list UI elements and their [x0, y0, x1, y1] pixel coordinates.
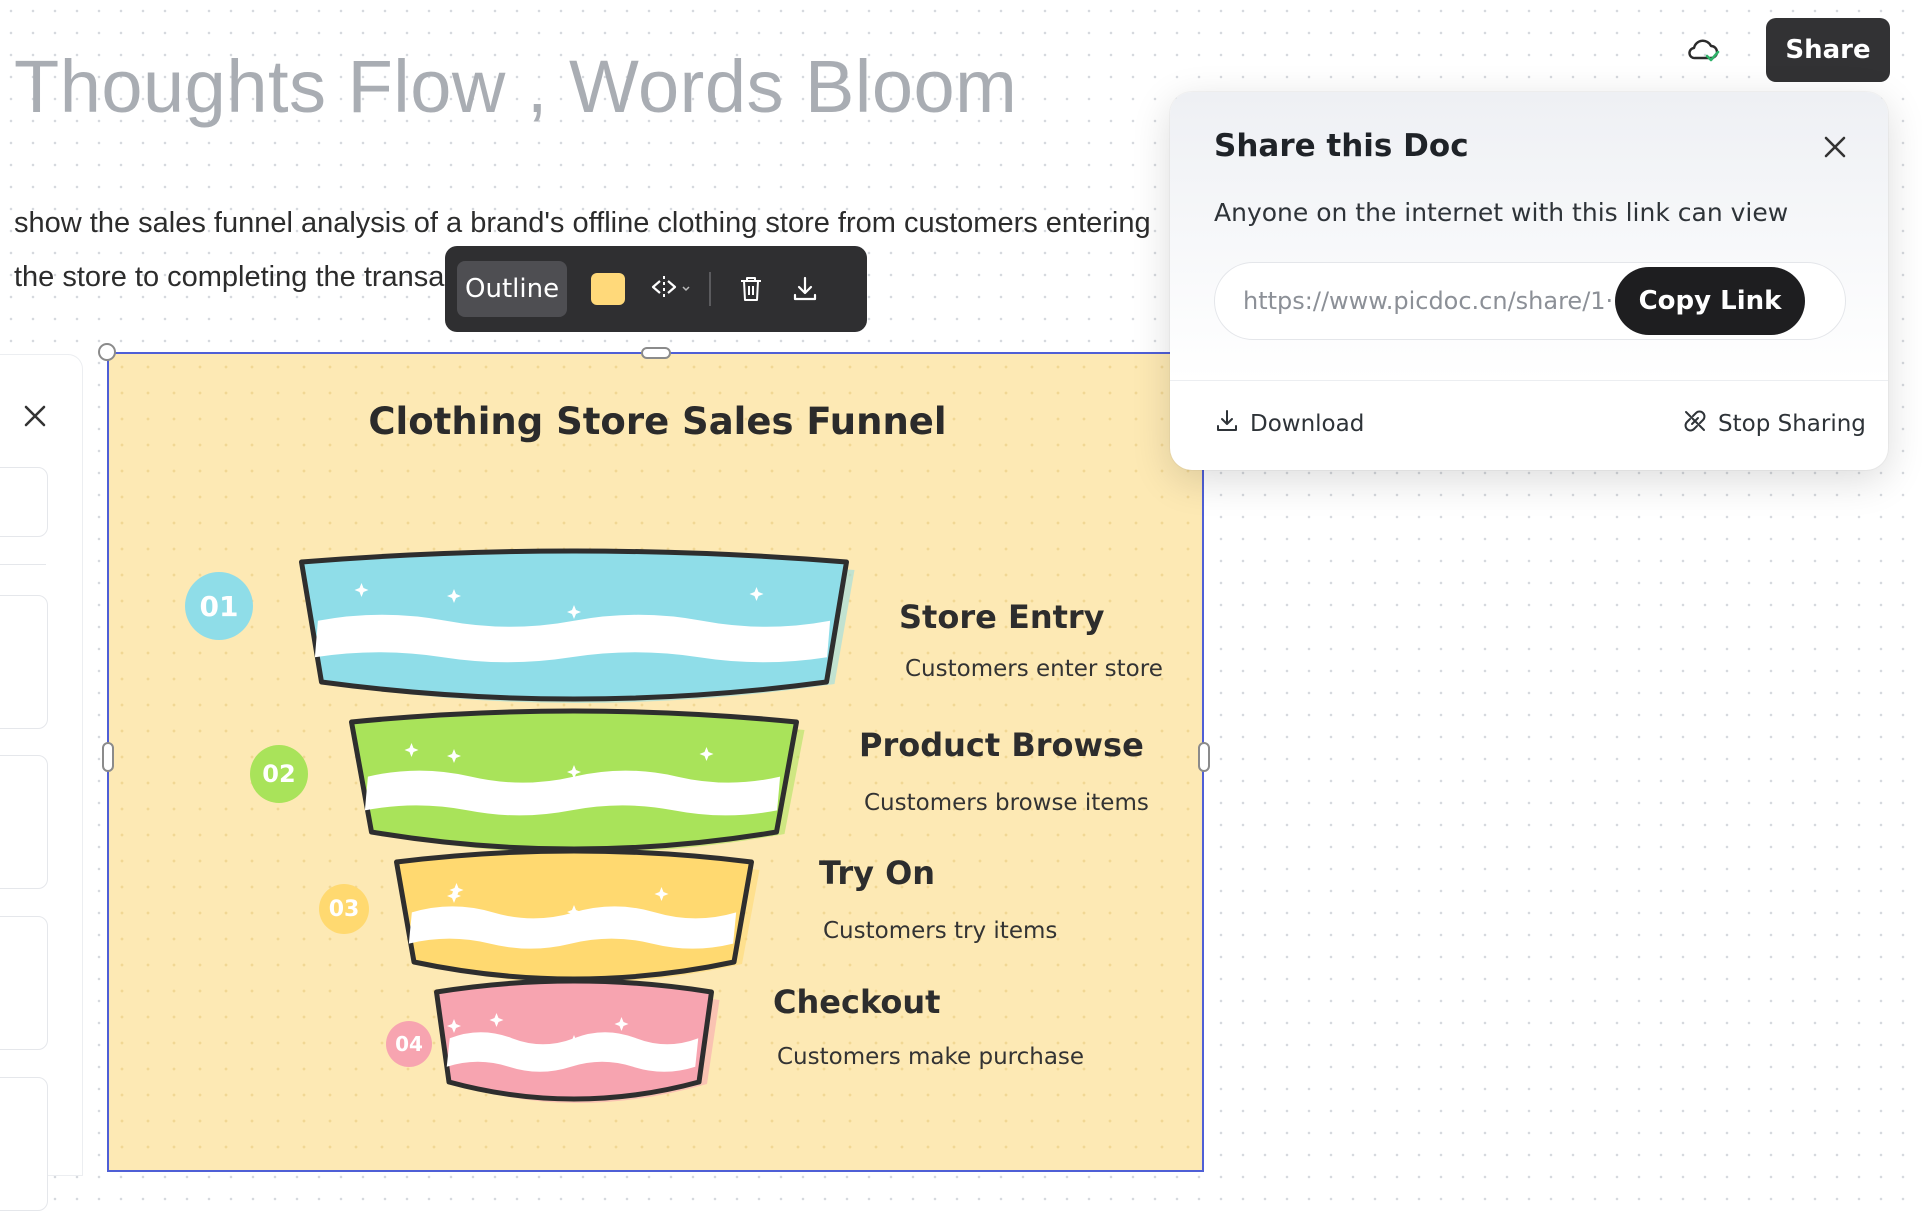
stage-description: Customers browse items — [864, 790, 1149, 816]
resize-handle-top[interactable] — [641, 347, 671, 359]
funnel-stage-2 — [349, 708, 805, 853]
share-button[interactable]: Share — [1766, 18, 1890, 82]
left-side-panel — [0, 355, 82, 1211]
download-icon[interactable] — [783, 267, 827, 311]
close-icon[interactable] — [18, 399, 52, 433]
trash-icon[interactable] — [729, 267, 773, 311]
cloud-synced-icon[interactable] — [1686, 34, 1722, 68]
stage-number-badge: 04 — [386, 1021, 432, 1067]
document-title[interactable]: Thoughts Flow , Words Bloom — [14, 44, 1017, 129]
flip-button[interactable] — [649, 273, 691, 306]
stop-sharing-label: Stop Sharing — [1718, 411, 1866, 437]
stage-title: Product Browse — [859, 726, 1144, 764]
resize-handle-right[interactable] — [1198, 742, 1210, 772]
resize-handle-left[interactable] — [102, 742, 114, 772]
stage-title: Try On — [819, 854, 936, 892]
stage-description: Customers make purchase — [777, 1044, 1085, 1070]
funnel-stage-1 — [299, 548, 855, 703]
share-popover: Share this Doc Anyone on the internet wi… — [1170, 92, 1888, 470]
unlink-icon — [1682, 408, 1708, 440]
popover-title: Share this Doc — [1214, 128, 1469, 164]
panel-card[interactable] — [0, 467, 48, 537]
color-swatch[interactable] — [591, 273, 626, 305]
stage-number-badge: 01 — [185, 572, 253, 640]
resize-handle-top-left[interactable] — [98, 343, 116, 361]
popover-subtitle: Anyone on the internet with this link ca… — [1214, 198, 1789, 227]
outline-button[interactable]: Outline — [457, 261, 568, 317]
funnel-stage-3 — [394, 848, 760, 983]
stage-description: Customers try items — [823, 918, 1058, 944]
stage-title: Store Entry — [899, 598, 1105, 636]
download-button[interactable]: Download — [1214, 408, 1364, 440]
stage-title: Checkout — [773, 983, 941, 1021]
image-toolbar: Outline — [445, 246, 867, 332]
close-icon[interactable] — [1818, 130, 1852, 164]
share-link-text[interactable]: https://www.picdoc.cn/share/1··· — [1243, 287, 1643, 315]
stage-description: Customers enter store — [905, 656, 1163, 682]
panel-card[interactable] — [0, 595, 48, 729]
panel-card[interactable] — [0, 755, 48, 889]
share-link-field[interactable]: https://www.picdoc.cn/share/1··· Copy Li… — [1214, 262, 1846, 340]
stage-number-badge: 02 — [250, 745, 308, 803]
popover-divider — [1170, 380, 1888, 381]
flip-icon — [649, 273, 679, 306]
funnel-image-frame[interactable]: Clothing Store Sales Funnel 01 Store Entr… — [107, 352, 1204, 1172]
chevron-down-icon — [681, 280, 691, 298]
toolbar-divider — [709, 272, 712, 306]
stage-number-badge: 03 — [319, 884, 369, 934]
copy-link-button[interactable]: Copy Link — [1615, 267, 1805, 335]
stop-sharing-button[interactable]: Stop Sharing — [1682, 408, 1866, 440]
panel-card[interactable] — [0, 916, 48, 1050]
panel-divider — [0, 564, 46, 565]
panel-card[interactable] — [0, 1077, 48, 1211]
funnel-stage-4 — [434, 978, 720, 1103]
download-icon — [1214, 408, 1240, 440]
download-label: Download — [1250, 411, 1365, 437]
